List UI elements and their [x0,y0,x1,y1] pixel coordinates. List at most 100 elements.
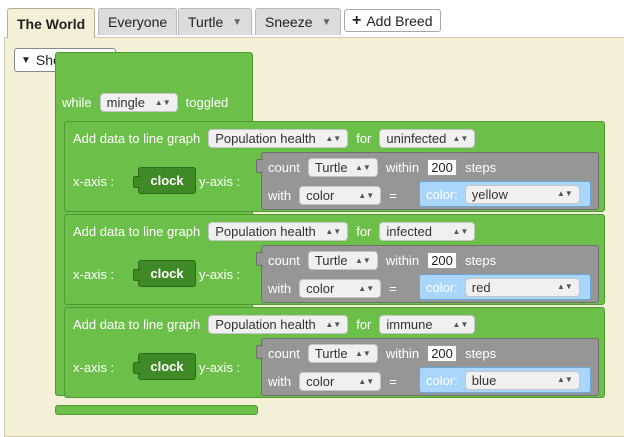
dropdown-value: uninfected [386,131,446,146]
line-graph-block[interactable]: Add data to line graph Population health… [64,307,605,398]
up-down-arrows-icon: ▲▼ [325,228,341,236]
series-dropdown[interactable]: uninfected ▲▼ [379,129,475,148]
series-dropdown[interactable]: infected ▲▼ [379,222,475,241]
with-label: with [268,374,291,389]
count-block[interactable]: count Turtle ▲▼ within 200 steps with co… [261,152,599,210]
yaxis-label: y-axis : [199,174,240,189]
color-label: color: [426,280,458,295]
up-down-arrows-icon: ▲▼ [155,99,171,107]
tab-the-world[interactable]: The World [7,8,95,38]
color-dropdown[interactable]: blue ▲▼ [465,371,580,390]
steps-input[interactable]: 200 [427,252,457,269]
yaxis-label: y-axis : [199,360,240,375]
count-row: count Turtle ▲▼ within 200 steps [268,158,496,177]
dropdown-value: color [306,281,334,296]
triangle-down-icon: ▼ [21,55,31,66]
up-down-arrows-icon: ▲▼ [325,321,341,329]
clock-block[interactable]: clock [138,353,196,380]
count-block[interactable]: count Turtle ▲▼ within 200 steps with co… [261,245,599,303]
dropdown-value: Turtle [315,253,348,268]
tab-sneeze[interactable]: Sneeze ▼ [255,8,341,35]
graph-dropdown[interactable]: Population health ▲▼ [208,222,348,241]
while-condition-dropdown[interactable]: mingle ▲▼ [100,93,178,112]
breed-dropdown[interactable]: Turtle ▲▼ [308,251,378,270]
graph-dropdown[interactable]: Population health ▲▼ [208,129,348,148]
graph-header: Add data to line graph Population health… [73,315,475,334]
steps-label: steps [465,160,496,175]
within-label: within [386,160,419,175]
dropdown-value: color [306,188,334,203]
dropdown-value: Population health [215,224,315,239]
trait-dropdown[interactable]: color ▲▼ [299,186,381,205]
up-down-arrows-icon: ▲▼ [557,283,573,291]
trait-dropdown[interactable]: color ▲▼ [299,279,381,298]
up-down-arrows-icon: ▲▼ [355,257,371,265]
line-graph-block[interactable]: Add data to line graph Population health… [64,214,605,305]
caret-down-icon[interactable]: ▼ [321,17,331,28]
color-label: color: [426,187,458,202]
within-label: within [386,346,419,361]
graph-header: Add data to line graph Population health… [73,129,475,148]
xaxis-label: x-axis : [73,174,114,189]
count-block[interactable]: count Turtle ▲▼ within 200 steps with co… [261,338,599,396]
with-row: with color ▲▼ = [268,279,397,298]
equals-sign: = [389,188,397,203]
color-block[interactable]: color: yellow ▲▼ [419,181,591,207]
count-label: count [268,160,300,175]
up-down-arrows-icon: ▲▼ [557,190,573,198]
xaxis-label: x-axis : [73,360,114,375]
up-down-arrows-icon: ▲▼ [453,228,469,236]
up-down-arrows-icon: ▲▼ [355,350,371,358]
xaxis-label: x-axis : [73,267,114,282]
while-keyword: while [62,95,92,110]
graph-dropdown[interactable]: Population health ▲▼ [208,315,348,334]
dropdown-value: mingle [107,95,145,110]
equals-sign: = [389,374,397,389]
count-row: count Turtle ▲▼ within 200 steps [268,251,496,270]
series-dropdown[interactable]: immune ▲▼ [379,315,475,334]
color-dropdown[interactable]: yellow ▲▼ [465,185,580,204]
for-label: for [356,131,371,146]
steps-input[interactable]: 200 [427,159,457,176]
up-down-arrows-icon: ▲▼ [358,378,374,386]
add-breed-button[interactable]: + Add Breed [344,9,441,32]
tab-everyone[interactable]: Everyone [98,8,177,35]
tab-label: Everyone [108,14,167,30]
line-graph-block[interactable]: Add data to line graph Population health… [64,121,605,212]
up-down-arrows-icon: ▲▼ [358,285,374,293]
dropdown-value: yellow [472,187,508,202]
color-dropdown[interactable]: red ▲▼ [465,278,580,297]
dropdown-value: color [306,374,334,389]
for-label: for [356,224,371,239]
trait-dropdown[interactable]: color ▲▼ [299,372,381,391]
tab-turtle[interactable]: Turtle ▼ [178,8,252,35]
add-breed-label: Add Breed [366,13,432,29]
with-row: with color ▲▼ = [268,372,397,391]
tab-label: The World [17,16,85,32]
yaxis-label: y-axis : [199,267,240,282]
color-label: color: [426,373,458,388]
up-down-arrows-icon: ▲▼ [355,164,371,172]
clock-block[interactable]: clock [138,167,196,194]
equals-sign: = [389,281,397,296]
up-down-arrows-icon: ▲▼ [358,192,374,200]
up-down-arrows-icon: ▲▼ [453,135,469,143]
color-block[interactable]: color: red ▲▼ [419,274,591,300]
dropdown-value: Turtle [315,346,348,361]
clock-block[interactable]: clock [138,260,196,287]
graph-block-label: Add data to line graph [73,317,200,332]
caret-down-icon[interactable]: ▼ [232,17,242,28]
plus-icon: + [352,13,361,29]
dropdown-value: red [472,280,491,295]
up-down-arrows-icon: ▲▼ [557,376,573,384]
graph-header: Add data to line graph Population health… [73,222,475,241]
tab-bar: The World Everyone Turtle ▼ Sneeze ▼ + A… [0,0,624,38]
tab-label: Sneeze [265,14,312,30]
breed-dropdown[interactable]: Turtle ▲▼ [308,344,378,363]
color-block[interactable]: color: blue ▲▼ [419,367,591,393]
steps-input[interactable]: 200 [427,345,457,362]
graph-block-label: Add data to line graph [73,224,200,239]
tab-label: Turtle [188,14,223,30]
breed-dropdown[interactable]: Turtle ▲▼ [308,158,378,177]
for-label: for [356,317,371,332]
